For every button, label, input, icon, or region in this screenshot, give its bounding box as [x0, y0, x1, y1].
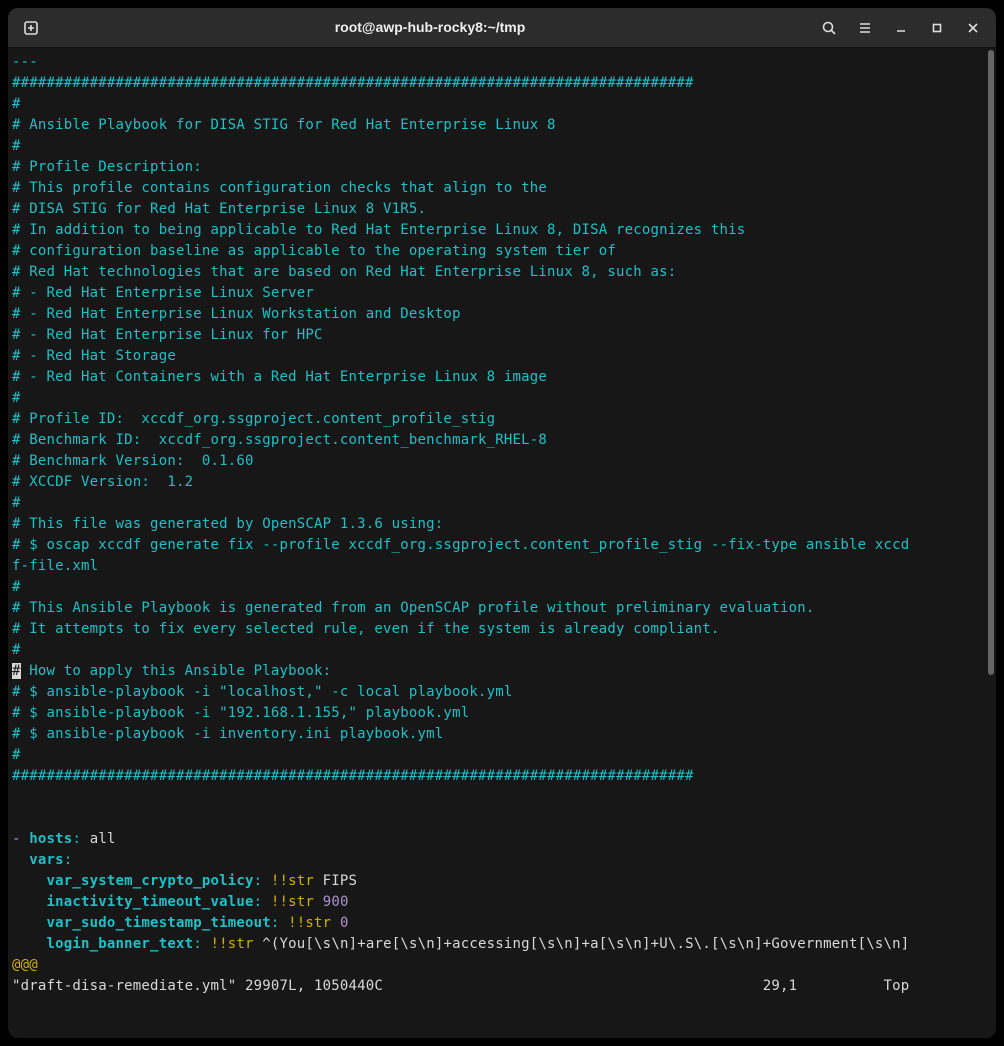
editor-line: # This Ansible Playbook is generated fro… — [12, 600, 814, 616]
editor-text[interactable]: --- ####################################… — [8, 48, 986, 1038]
editor-line: # $ ansible-playbook -i "192.168.1.155,"… — [12, 705, 469, 721]
yaml-dash: - — [12, 831, 21, 847]
terminal-window: root@awp-hub-rocky8:~/tmp --- ##########… — [8, 8, 996, 1038]
scrollbar-thumb[interactable] — [988, 50, 994, 675]
editor-line: # - Red Hat Containers with a Red Hat En… — [12, 369, 547, 385]
editor-line: # — [12, 579, 21, 595]
editor-line: ########################################… — [12, 768, 694, 784]
editor-line: # Red Hat technologies that are based on… — [12, 264, 676, 280]
editor-line: # - Red Hat Enterprise Linux Workstation… — [12, 306, 461, 322]
status-file: "draft-disa-remediate.yml" 29907L, 10504… — [12, 978, 383, 994]
editor-line: f-file.xml — [12, 558, 98, 574]
editor-line: # In addition to being applicable to Red… — [12, 222, 745, 238]
editor-line: # — [12, 390, 21, 406]
editor-line: How to apply this Ansible Playbook: — [21, 663, 332, 679]
editor-line: # $ ansible-playbook -i inventory.ini pl… — [12, 726, 443, 742]
editor-line: # Profile ID: xccdf_org.ssgproject.conte… — [12, 411, 495, 427]
new-tab-button[interactable] — [14, 13, 48, 43]
editor-line: # - Red Hat Enterprise Linux Server — [12, 285, 314, 301]
editor-line: # configuration baseline as applicable t… — [12, 243, 616, 259]
yaml-var-key: inactivity_timeout_value — [47, 894, 254, 910]
terminal-content[interactable]: --- ####################################… — [8, 48, 996, 1038]
status-position: 29,1 — [763, 978, 798, 994]
yaml-value: 900 — [323, 894, 349, 910]
editor-line: # — [12, 495, 21, 511]
yaml-tag: !!str — [271, 873, 314, 889]
yaml-tag: !!str — [271, 894, 314, 910]
editor-line: # - Red Hat Storage — [12, 348, 176, 364]
yaml-key: vars — [29, 852, 64, 868]
editor-line: # - Red Hat Enterprise Linux for HPC — [12, 327, 323, 343]
status-scroll: Top — [884, 978, 910, 994]
maximize-button[interactable] — [920, 13, 954, 43]
yaml-value: FIPS — [314, 873, 357, 889]
editor-line: # This profile contains configuration ch… — [12, 180, 547, 196]
minimize-button[interactable] — [884, 13, 918, 43]
yaml-var-key: var_system_crypto_policy — [47, 873, 254, 889]
yaml-key: hosts — [29, 831, 72, 847]
editor-line: # — [12, 138, 21, 154]
window-title: root@awp-hub-rocky8:~/tmp — [50, 17, 810, 38]
editor-line: # — [12, 747, 21, 763]
yaml-value: 0 — [340, 915, 349, 931]
fold-marker: @@@ — [12, 957, 38, 973]
editor-line: # $ oscap xccdf generate fix --profile x… — [12, 537, 909, 553]
close-button[interactable] — [956, 13, 990, 43]
editor-line: # — [12, 642, 21, 658]
editor-line: # XCCDF Version: 1.2 — [12, 474, 193, 490]
yaml-var-key: login_banner_text — [47, 936, 194, 952]
titlebar: root@awp-hub-rocky8:~/tmp — [8, 8, 996, 48]
yaml-value: ^(You[\s\n]+are[\s\n]+accessing[\s\n]+a[… — [254, 936, 910, 952]
editor-line: # This file was generated by OpenSCAP 1.… — [12, 516, 443, 532]
scrollbar[interactable] — [986, 48, 996, 1038]
editor-line: # Ansible Playbook for DISA STIG for Red… — [12, 117, 556, 133]
editor-line: # — [12, 96, 21, 112]
editor-line: # $ ansible-playbook -i "localhost," -c … — [12, 684, 512, 700]
editor-line: # It attempts to fix every selected rule… — [12, 621, 720, 637]
editor-line: # DISA STIG for Red Hat Enterprise Linux… — [12, 201, 426, 217]
editor-line: # Profile Description: — [12, 159, 202, 175]
editor-line: --- — [12, 54, 38, 70]
yaml-tag: !!str — [288, 915, 331, 931]
yaml-value: all — [81, 831, 116, 847]
yaml-tag: !!str — [211, 936, 254, 952]
editor-line: ########################################… — [12, 75, 694, 91]
editor-line: # Benchmark Version: 0.1.60 — [12, 453, 254, 469]
search-button[interactable] — [812, 13, 846, 43]
yaml-var-key: var_sudo_timestamp_timeout — [47, 915, 271, 931]
cursor: # — [12, 663, 21, 679]
editor-line: # Benchmark ID: xccdf_org.ssgproject.con… — [12, 432, 547, 448]
menu-button[interactable] — [848, 13, 882, 43]
